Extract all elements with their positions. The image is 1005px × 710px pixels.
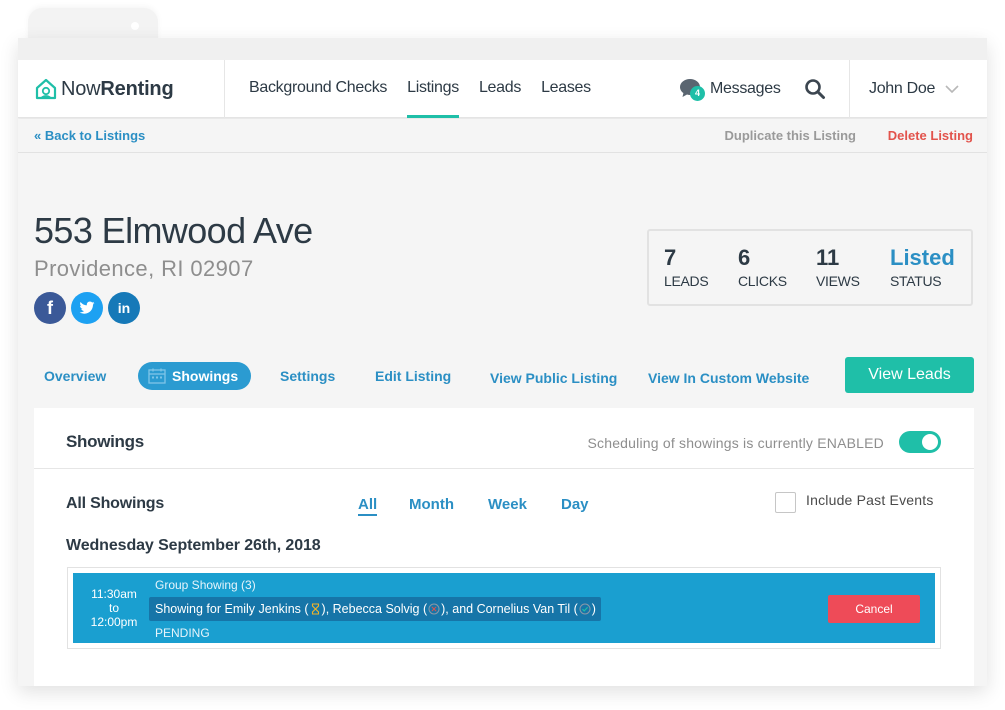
tab-settings[interactable]: Settings (280, 368, 335, 384)
view-public-listing-link[interactable]: View Public Listing (490, 370, 617, 386)
showings-panel: Showings Scheduling of showings is curre… (34, 408, 974, 686)
top-nav: NowRenting Background Checks Listings Le… (18, 60, 987, 118)
stat-value: 7 (664, 245, 677, 270)
all-showings-heading: All Showings (66, 495, 165, 512)
date-heading: Wednesday September 26th, 2018 (66, 537, 321, 554)
event-attendees: Showing for Emily Jenkins ( ), Rebecca S… (149, 597, 601, 621)
confirmed-icon (579, 603, 591, 615)
view-custom-website-link[interactable]: View In Custom Website (648, 370, 809, 386)
stat-label: VIEWS (816, 273, 860, 289)
house-logo-icon (35, 78, 57, 100)
user-menu[interactable]: John Doe (869, 60, 959, 118)
duplicate-listing-link[interactable]: Duplicate this Listing (725, 128, 856, 143)
attendees-prefix: Showing for Emily Jenkins ( (155, 602, 309, 616)
event-status: PENDING (155, 626, 210, 640)
logo[interactable]: NowRenting (34, 74, 174, 104)
back-to-listings-link[interactable]: « Back to Listings (34, 128, 145, 143)
stat-leads: 7 LEADS (664, 245, 709, 290)
attendees-suffix: ) (591, 602, 596, 616)
brand-name: NowRenting (61, 77, 174, 101)
tab-overview[interactable]: Overview (44, 368, 106, 384)
filter-day[interactable]: Day (561, 496, 589, 513)
listing-address: 553 Elmwood Ave (34, 210, 313, 251)
scheduling-status-text: Scheduling of showings is currently ENAB… (587, 435, 884, 451)
tab-dot (131, 22, 139, 30)
nav-leases[interactable]: Leases (541, 60, 591, 118)
filter-all[interactable]: All (358, 496, 378, 516)
declined-icon (428, 603, 440, 615)
stat-status: Listed STATUS (890, 245, 955, 290)
search-icon[interactable] (804, 78, 826, 100)
linkedin-icon[interactable]: in (108, 292, 140, 324)
nav-leads[interactable]: Leads (479, 60, 521, 118)
delete-listing-link[interactable]: Delete Listing (888, 128, 973, 143)
include-past-label: Include Past Events (806, 492, 934, 508)
event-time: 11:30am to 12:00pm (73, 587, 155, 629)
social-share: f in (34, 292, 145, 324)
messages-count-badge: 4 (690, 86, 705, 101)
hourglass-icon (311, 603, 319, 615)
facebook-icon[interactable]: f (34, 292, 66, 324)
nav-divider (849, 60, 850, 118)
scheduling-toggle[interactable] (899, 431, 941, 453)
stat-label: LEADS (664, 273, 709, 289)
filter-week[interactable]: Week (488, 496, 527, 513)
stat-value: 6 (738, 245, 751, 270)
filter-month[interactable]: Month (409, 496, 454, 513)
nav-links: Background Checks Listings Leads Leases (249, 60, 611, 118)
stat-label: STATUS (890, 273, 942, 289)
stat-label: CLICKS (738, 273, 787, 289)
calendar-icon (148, 368, 166, 384)
app-window: NowRenting Background Checks Listings Le… (18, 38, 987, 686)
showing-event-frame: 11:30am to 12:00pm Group Showing (3) Sho… (67, 567, 941, 649)
nav-listings[interactable]: Listings (407, 60, 459, 118)
twitter-icon[interactable] (71, 292, 103, 324)
stat-value: Listed (890, 245, 955, 270)
chevron-down-icon (945, 85, 959, 93)
brand-second: Renting (100, 77, 174, 100)
listing-stats-box: 7 LEADS 6 CLICKS 11 VIEWS Listed STATUS (647, 229, 973, 306)
stat-views: 11 VIEWS (816, 245, 860, 290)
event-group-label: Group Showing (3) (155, 578, 256, 592)
view-leads-button[interactable]: View Leads (845, 357, 974, 393)
event-time-start: 11:30am (91, 587, 137, 601)
listing-subnav: Overview Showings Settings Edit Listing … (18, 356, 987, 396)
user-name: John Doe (869, 80, 936, 97)
include-past-checkbox[interactable] (775, 492, 796, 513)
event-time-end: 12:00pm (90, 615, 138, 629)
tab-showings-label: Showings (172, 368, 239, 384)
tab-showings[interactable]: Showings (138, 362, 251, 390)
showing-event[interactable]: 11:30am to 12:00pm Group Showing (3) Sho… (73, 573, 935, 643)
listing-subbar: « Back to Listings Duplicate this Listin… (18, 119, 987, 153)
attendees-mid-1: ), Rebecca Solvig ( (321, 602, 428, 616)
brand-first: Now (61, 77, 101, 100)
stat-value: 11 (816, 245, 840, 270)
stat-clicks: 6 CLICKS (738, 245, 787, 290)
window-topbar (18, 38, 987, 60)
showings-title: Showings (66, 432, 144, 451)
messages-button[interactable]: 4 Messages (679, 60, 781, 118)
nav-divider (224, 60, 225, 118)
nav-background-checks[interactable]: Background Checks (249, 60, 387, 118)
attendees-mid-2: ), and Cornelius Van Til ( (441, 602, 578, 616)
showings-panel-header: Showings Scheduling of showings is curre… (34, 408, 974, 469)
chat-icon: 4 (679, 78, 705, 101)
messages-label: Messages (710, 80, 781, 97)
listing-city: Providence, RI 02907 (34, 256, 254, 281)
cancel-showing-button[interactable]: Cancel (828, 595, 920, 623)
tab-edit-listing[interactable]: Edit Listing (375, 368, 451, 384)
event-time-to: to (108, 601, 119, 615)
